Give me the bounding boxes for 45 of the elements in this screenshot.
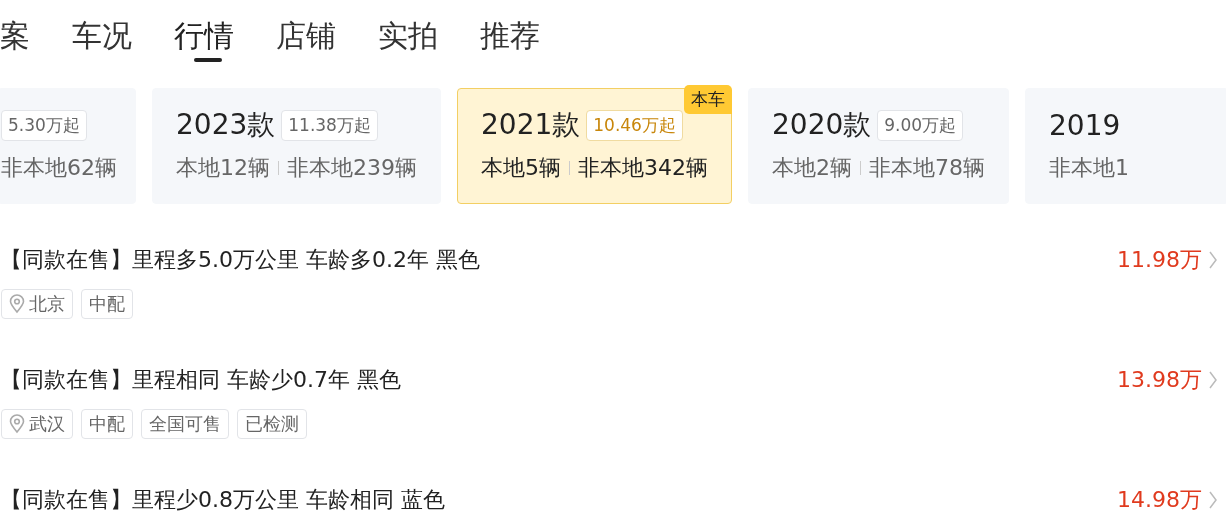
current-car-badge: 本车 (684, 85, 732, 114)
listing-price: 11.98万 (1117, 246, 1202, 274)
chevron-right-icon[interactable] (1208, 250, 1218, 270)
model-year: 2019 (1049, 108, 1121, 142)
tab[interactable]: 推荐 (480, 16, 540, 64)
starting-price: 10.46万起 (586, 109, 683, 141)
nonlocal-count: 非本地342辆 (578, 154, 708, 182)
nonlocal-count: 非本地1 (1049, 154, 1129, 182)
tab[interactable]: 车况 (72, 16, 132, 64)
feature-tag: 已检测 (237, 409, 307, 439)
location-text: 北京 (29, 293, 65, 315)
chevron-right-icon[interactable] (1208, 370, 1218, 390)
nonlocal-count: 非本地78辆 (869, 154, 985, 182)
starting-price: 11.38万起 (281, 109, 378, 141)
listing-title[interactable]: 【同款在售】里程少0.8万公里 车龄相同 蓝色 (0, 485, 445, 515)
model-year-card[interactable]: 5.30万起 非本地62辆 (0, 88, 136, 204)
model-year-card[interactable]: 2019 非本地1 (1025, 88, 1226, 204)
starting-price: 5.30万起 (1, 109, 87, 141)
local-count: 本地12辆 (176, 154, 270, 182)
model-year: 2023款 (176, 107, 276, 143)
nonlocal-count: 非本地62辆 (1, 154, 117, 182)
tab[interactable]: 案 (0, 16, 30, 64)
location-pin-icon (9, 414, 25, 434)
model-year: 2020款 (772, 107, 872, 143)
model-year-card[interactable]: 本车 2021款 10.46万起 本地5辆 非本地342辆 (457, 88, 732, 204)
listing-title[interactable]: 【同款在售】里程相同 车龄少0.7年 黑色 (0, 365, 401, 395)
listing-title[interactable]: 【同款在售】里程多5.0万公里 车龄多0.2年 黑色 (0, 245, 480, 275)
model-year-card[interactable]: 2020款 9.00万起 本地2辆 非本地78辆 (748, 88, 1009, 204)
feature-tag: 中配 (81, 289, 133, 319)
tab[interactable]: 行情 (174, 16, 234, 64)
listing-price: 14.98万 (1117, 486, 1202, 514)
location-pin-icon (9, 294, 25, 314)
starting-price: 9.00万起 (877, 109, 964, 141)
listing-price: 13.98万 (1117, 366, 1202, 394)
tab[interactable]: 店铺 (276, 16, 336, 64)
nonlocal-count: 非本地239辆 (287, 154, 417, 182)
feature-tag: 全国可售 (141, 409, 229, 439)
chevron-right-icon[interactable] (1208, 490, 1218, 510)
model-year: 2021款 (481, 107, 581, 143)
tab[interactable]: 实拍 (378, 16, 438, 64)
location-text: 武汉 (29, 413, 65, 435)
feature-tag: 中配 (81, 409, 133, 439)
local-count: 本地2辆 (772, 154, 852, 182)
local-count: 本地5辆 (481, 154, 561, 182)
model-year-card[interactable]: 2023款 11.38万起 本地12辆 非本地239辆 (152, 88, 441, 204)
